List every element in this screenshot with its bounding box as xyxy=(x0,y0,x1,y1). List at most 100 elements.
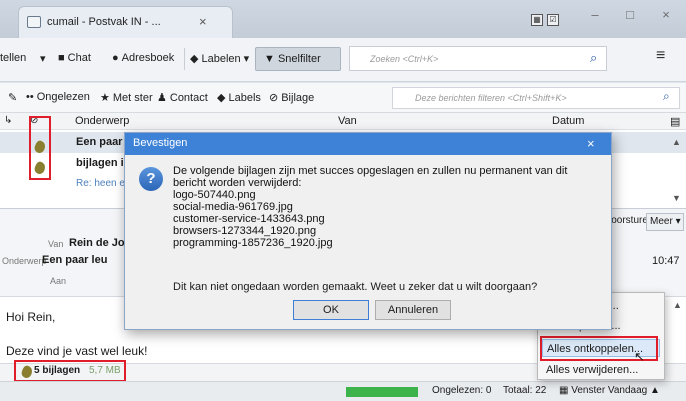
attachments-highlight[interactable]: 5 bijlagen 5,7 MB xyxy=(14,360,126,382)
message-time: 10:47 xyxy=(652,255,680,267)
attachment-icon xyxy=(32,139,48,155)
mail-folder-icon xyxy=(27,16,41,28)
file-item: social-media-961769.jpg xyxy=(173,201,293,213)
toolbar-divider xyxy=(184,48,185,70)
quickfilter-inner: ▼ Snelfilter xyxy=(264,53,321,65)
attachments-count: 5 bijlagen xyxy=(34,365,81,376)
filter-tags-label: Labels xyxy=(228,92,261,104)
tag-icon: ◆ xyxy=(190,53,199,65)
to-label: Aan xyxy=(50,276,67,286)
tag-icon: ◆ xyxy=(217,92,226,104)
filter-tags-button[interactable]: ◆ Labels xyxy=(217,91,261,104)
subject-label: Onderwerp xyxy=(2,256,47,266)
filter-starred-button[interactable]: ★ Met ster xyxy=(100,91,153,104)
paperclip-icon xyxy=(19,364,35,380)
tasks-icon[interactable]: ☑ xyxy=(547,14,559,26)
column-date[interactable]: Datum xyxy=(552,115,584,127)
filter-icon: ▼ xyxy=(264,53,275,65)
ok-button[interactable]: OK xyxy=(293,300,369,320)
get-messages-dropdown-icon[interactable]: ▾ xyxy=(40,52,46,65)
filter-unread-label: Ongelezen xyxy=(36,91,90,103)
today-pane-toggle[interactable]: ▦ Venster Vandaag ▲ xyxy=(559,385,660,396)
attachment-icon xyxy=(32,160,48,176)
unread-icon: •• xyxy=(26,91,34,103)
attachments-size: 5,7 MB xyxy=(89,365,121,376)
file-item: customer-service-1433643.png xyxy=(173,213,325,225)
filter-attachment-button[interactable]: ⊘ Bijlage xyxy=(269,91,314,104)
scroll-up-icon[interactable]: ▲ xyxy=(672,137,681,147)
file-item: browsers-1273344_1920.png xyxy=(173,225,317,237)
status-bar: Ongelezen: 0 Totaal: 22 ▦ Venster Vandaa… xyxy=(0,381,686,401)
dialog-close-icon[interactable]: × xyxy=(587,136,595,151)
addressbook-label: Adresboek xyxy=(121,52,175,64)
scroll-down-icon[interactable]: ▼ xyxy=(672,193,681,203)
message-list-header: ↳ ⊘ Onderwerp Van Datum ▤ xyxy=(0,113,686,130)
confirm-dialog: Bevestigen × ? De volgende bijlagen zijn… xyxy=(124,132,612,330)
filter-messages-placeholder: Deze berichten filteren <Ctrl+Shift+K> xyxy=(415,93,567,103)
column-picker-icon[interactable]: ▤ xyxy=(670,115,680,128)
calendar-icon[interactable]: ▦ xyxy=(531,14,543,26)
total-count: Totaal: 22 xyxy=(503,385,547,396)
quickfilter-button[interactable]: ▼ Snelfilter xyxy=(255,47,341,71)
dialog-message: De volgende bijlagen zijn met succes opg… xyxy=(173,165,593,249)
dialog-title: Bevestigen xyxy=(133,137,188,149)
question-icon: ? xyxy=(139,167,163,191)
column-from[interactable]: Van xyxy=(338,115,357,127)
filter-attachment-label: Bijlage xyxy=(281,92,315,104)
labels-button[interactable]: ◆ Labelen ▾ xyxy=(190,52,249,65)
filter-messages-input[interactable]: Deze berichten filteren <Ctrl+Shift+K> ⌕ xyxy=(392,87,680,109)
close-window-button[interactable]: × xyxy=(656,6,676,24)
file-item: programming-1857236_1920.jpg xyxy=(173,237,333,249)
column-subject[interactable]: Onderwerp xyxy=(75,115,129,127)
tab-close-icon[interactable]: × xyxy=(199,14,207,29)
chat-button[interactable]: ■ Chat xyxy=(58,52,91,64)
paperclip-icon: ⊘ xyxy=(269,92,279,104)
search-placeholder: Zoeken <Ctrl+K> xyxy=(370,54,439,64)
chat-icon: ■ xyxy=(58,52,65,64)
mail-tab[interactable]: cumail - Postvak IN - ... × xyxy=(18,6,233,38)
minimize-button[interactable]: – xyxy=(585,6,605,24)
calendar-icon: ▦ xyxy=(559,385,569,396)
labels-label: Labelen xyxy=(201,53,241,65)
main-toolbar: tellen ▾ ■ Chat ● Adresboek ◆ Labelen ▾ ▼ S… xyxy=(0,38,686,82)
progress-bar xyxy=(346,387,418,397)
quick-filter-bar: ✎ •• Ongelezen ★ Met ster ♟ Contact ◆ Labels… xyxy=(0,83,686,113)
menu-icon[interactable]: ≡ xyxy=(656,47,665,65)
body-greeting: Hoi Rein, xyxy=(6,310,56,324)
pin-filter-icon[interactable]: ✎ xyxy=(8,91,17,104)
filter-starred-label: Met ster xyxy=(112,92,153,104)
quickfilter-label: Snelfilter xyxy=(277,53,321,65)
chat-label: Chat xyxy=(67,52,91,64)
search-icon[interactable]: ⌕ xyxy=(590,50,597,66)
get-messages-label: tellen xyxy=(0,52,27,64)
search-input[interactable]: Zoeken <Ctrl+K> ⌕ xyxy=(349,46,607,71)
filter-unread-button[interactable]: •• Ongelezen xyxy=(26,91,90,103)
dialog-question: Dit kan niet ongedaan worden gemaakt. We… xyxy=(173,281,538,293)
file-item: logo-507440.png xyxy=(173,189,256,201)
contact-icon: ♟ xyxy=(157,92,167,104)
body-text: Deze vind je vast wel leuk! xyxy=(6,344,148,358)
filter-contact-button[interactable]: ♟ Contact xyxy=(157,91,208,104)
unread-count: Ongelezen: 0 xyxy=(432,385,492,396)
filter-contact-label: Contact xyxy=(169,92,208,104)
cancel-button[interactable]: Annuleren xyxy=(375,300,451,320)
mouse-cursor-icon: ↖ xyxy=(634,349,645,364)
row-subject: Re: heen e xyxy=(76,178,125,189)
more-button[interactable]: Meer ▾ xyxy=(646,213,684,231)
from-label: Van xyxy=(48,239,64,249)
star-icon: ★ xyxy=(100,92,110,104)
scroll-up-icon[interactable]: ▲ xyxy=(673,300,682,310)
dialog-titlebar: Bevestigen × xyxy=(125,133,611,155)
thread-column-icon[interactable]: ↳ xyxy=(4,115,12,126)
get-messages-button[interactable]: tellen xyxy=(0,52,26,64)
maximize-button[interactable]: □ xyxy=(620,6,640,24)
dialog-message-text: De volgende bijlagen zijn met succes opg… xyxy=(173,165,568,189)
today-label: Venster Vandaag xyxy=(571,385,648,396)
tab-title: cumail - Postvak IN - ... xyxy=(47,16,161,28)
person-icon: ● xyxy=(112,52,119,64)
more-label: Meer xyxy=(650,216,673,227)
title-bar: cumail - Postvak IN - ... × ▦ ☑ – □ × xyxy=(0,0,686,38)
search-icon[interactable]: ⌕ xyxy=(663,89,670,104)
addressbook-button[interactable]: ● Adresboek xyxy=(112,52,174,64)
subject-value: Een paar leu xyxy=(42,254,108,266)
